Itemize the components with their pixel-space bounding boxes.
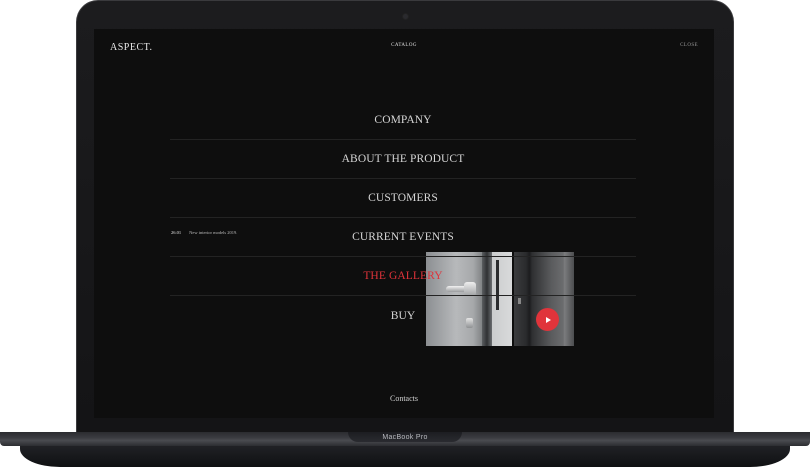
laptop-base: MacBook Pro — [0, 432, 810, 467]
camera-dot — [403, 14, 408, 19]
main-menu: COMPANY ABOUT THE PRODUCT CUSTOMERS CURR… — [170, 101, 636, 335]
menu-item-customers[interactable]: CUSTOMERS — [170, 179, 636, 218]
contacts-link[interactable]: Contacts — [94, 394, 714, 403]
laptop-screen: ASPECT. CATALOG CLOSE 26.01 New interior… — [94, 29, 714, 418]
close-menu-button[interactable]: CLOSE — [680, 43, 698, 48]
menu-item-current-events[interactable]: CURRENT EVENTS — [170, 218, 636, 257]
menu-item-buy[interactable]: BUY — [170, 296, 636, 335]
menu-item-about-the-product[interactable]: ABOUT THE PRODUCT — [170, 140, 636, 179]
menu-item-company[interactable]: COMPANY — [170, 101, 636, 140]
menu-item-the-gallery[interactable]: THE GALLERY — [170, 257, 636, 296]
top-bar: ASPECT. CATALOG CLOSE — [94, 29, 714, 69]
catalog-link[interactable]: CATALOG — [94, 43, 714, 48]
laptop-base-bottom — [20, 446, 790, 467]
device-label: MacBook Pro — [382, 434, 428, 441]
